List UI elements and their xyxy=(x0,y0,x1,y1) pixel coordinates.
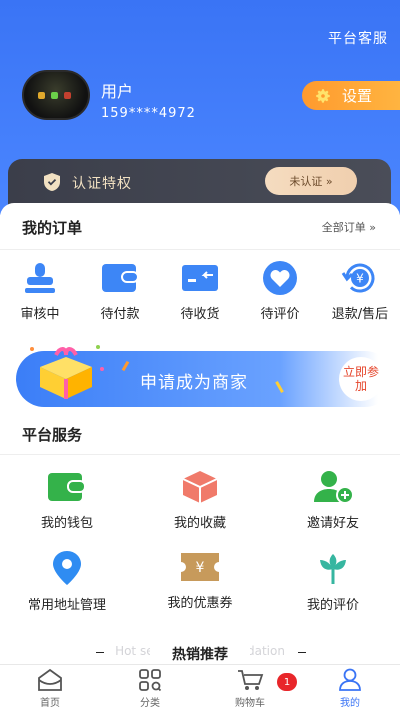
settings-label: 设置 xyxy=(342,87,373,105)
heart-icon xyxy=(263,261,297,295)
stamp-icon xyxy=(25,263,55,293)
divider xyxy=(0,249,400,250)
cart-icon xyxy=(238,670,264,690)
orders-title: 我的订单 xyxy=(22,219,83,237)
tab-label: 分类 xyxy=(140,698,160,709)
refund-icon: ¥ xyxy=(341,263,375,293)
avatar-decoration xyxy=(64,92,71,99)
service-my-coupons[interactable]: ¥ 我的优惠券 xyxy=(140,550,260,611)
service-my-favorites[interactable]: 我的收藏 xyxy=(140,470,260,531)
hot-recommendation-title: 热销推荐 xyxy=(150,644,250,664)
phone-number: 159****4972 xyxy=(101,106,196,121)
tab-profile[interactable]: 我的 xyxy=(310,668,390,709)
main-panel: 我的订单 全部订单 » 审核中 待付款 待收货 待评价 ¥ 退款/售后 申请成为… xyxy=(0,203,400,628)
service-invite-friends[interactable]: 邀请好友 xyxy=(273,470,393,531)
tab-cart[interactable]: 购物车 xyxy=(210,668,290,709)
settings-button[interactable]: 设置 xyxy=(302,81,400,110)
service-label: 我的优惠券 xyxy=(167,596,233,611)
add-user-icon xyxy=(314,471,354,504)
order-item-label: 待收货 xyxy=(180,307,220,322)
service-my-wallet[interactable]: 我的钱包 xyxy=(7,470,127,531)
tab-category[interactable]: 分类 xyxy=(110,668,190,709)
order-status-row: 审核中 待付款 待收货 待评价 ¥ 退款/售后 xyxy=(0,261,400,331)
order-item-label: 待付款 xyxy=(100,307,140,322)
divider xyxy=(298,652,306,653)
service-my-reviews[interactable]: 我的评价 xyxy=(273,550,393,613)
coupon-icon: ¥ xyxy=(181,553,219,581)
avatar[interactable] xyxy=(22,70,90,120)
merchant-banner-text: 申请成为商家 xyxy=(140,373,248,393)
svg-text:¥: ¥ xyxy=(356,272,364,286)
order-item-pending-review[interactable]: 待评价 xyxy=(240,261,320,322)
certification-title: 认证特权 xyxy=(72,176,132,192)
tab-label: 首页 xyxy=(40,698,60,709)
svg-text:¥: ¥ xyxy=(196,560,205,576)
join-now-button[interactable]: 立即参加 xyxy=(339,357,383,401)
category-icon xyxy=(139,669,162,692)
wallet-icon xyxy=(102,264,139,292)
order-item-pending-payment[interactable]: 待付款 xyxy=(80,261,160,322)
gift-box-icon xyxy=(30,345,104,399)
divider xyxy=(96,652,104,653)
service-label: 我的收藏 xyxy=(173,516,226,531)
gear-icon xyxy=(316,88,330,103)
location-pin-icon xyxy=(53,551,81,585)
divider xyxy=(0,454,400,455)
confetti xyxy=(275,381,284,393)
service-label: 我的评价 xyxy=(306,598,359,613)
tab-label: 我的 xyxy=(340,698,360,709)
service-label: 邀请好友 xyxy=(306,516,359,531)
shield-icon xyxy=(44,173,60,191)
order-item-label: 审核中 xyxy=(20,307,60,322)
order-item-label: 退款/售后 xyxy=(331,307,389,322)
box-icon xyxy=(182,471,218,503)
hot-recommendation-section: Hot selling recommendation 热销推荐 xyxy=(0,628,400,664)
delivery-icon xyxy=(182,265,218,291)
avatar-decoration xyxy=(38,92,45,99)
service-address-management[interactable]: 常用地址管理 xyxy=(7,550,127,613)
services-title: 平台服务 xyxy=(22,426,83,444)
profile-icon xyxy=(339,668,361,691)
tab-home[interactable]: 首页 xyxy=(10,668,90,709)
order-item-label: 待评价 xyxy=(260,307,300,322)
service-label: 常用地址管理 xyxy=(27,598,106,613)
confetti xyxy=(121,360,130,372)
wallet-icon xyxy=(48,473,86,501)
bottom-tab-bar: 首页 分类 购物车 1 我的 xyxy=(0,664,400,711)
order-item-reviewing[interactable]: 审核中 xyxy=(0,261,80,322)
order-item-refund[interactable]: ¥ 退款/售后 xyxy=(320,261,400,322)
order-item-pending-receipt[interactable]: 待收货 xyxy=(160,261,240,322)
home-icon xyxy=(38,668,62,691)
service-label: 我的钱包 xyxy=(40,516,93,531)
all-orders-link[interactable]: 全部订单 » xyxy=(322,219,376,235)
username: 用户 xyxy=(101,82,134,101)
merchant-banner[interactable]: 申请成为商家 立即参加 xyxy=(16,345,393,407)
avatar-decoration xyxy=(51,92,58,99)
cart-count-badge: 1 xyxy=(277,673,297,691)
customer-service-link[interactable]: 平台客服 xyxy=(328,28,388,48)
tab-label: 购物车 xyxy=(235,698,265,709)
certification-status-button[interactable]: 未认证 » xyxy=(265,167,357,195)
flower-icon xyxy=(320,554,346,584)
